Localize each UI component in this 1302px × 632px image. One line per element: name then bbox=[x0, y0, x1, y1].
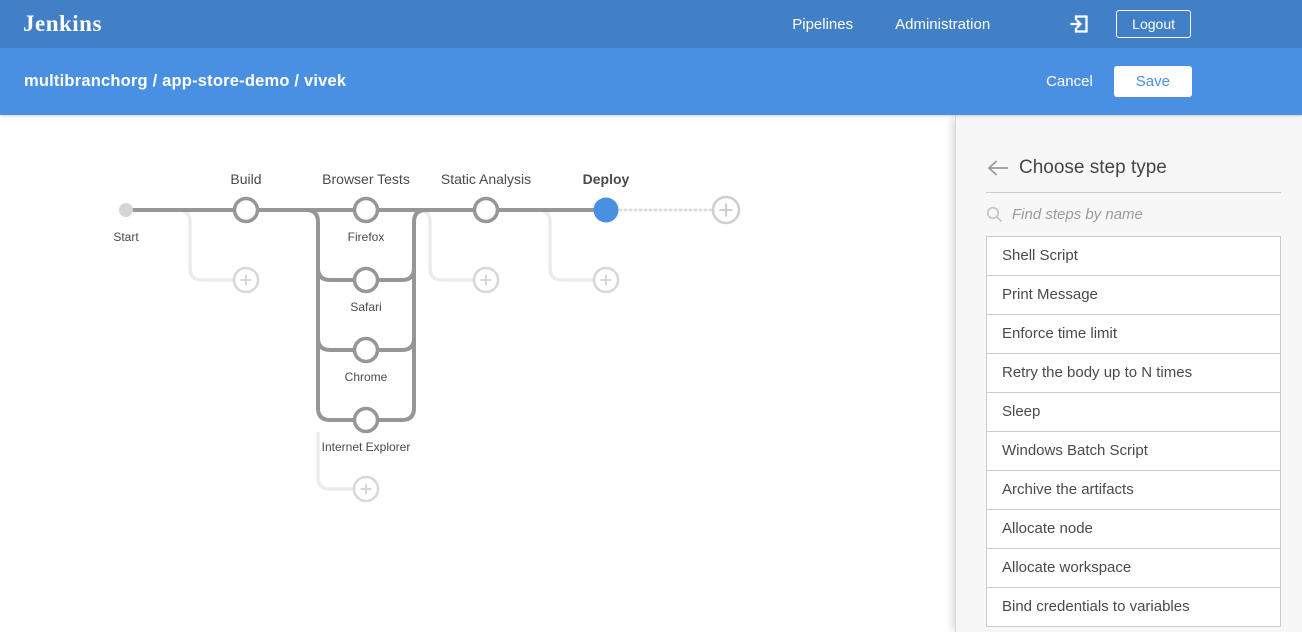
step-list-item[interactable]: Archive the artifacts bbox=[986, 470, 1281, 510]
graph-label: Deploy bbox=[583, 171, 630, 187]
stage-node-build[interactable] bbox=[235, 199, 258, 222]
step-type-panel: Choose step type Shell ScriptPrint Messa… bbox=[955, 115, 1302, 632]
step-list-item[interactable]: Print Message bbox=[986, 275, 1281, 315]
back-arrow-icon[interactable] bbox=[986, 159, 1010, 177]
panel-title: Choose step type bbox=[1019, 157, 1167, 179]
start-node bbox=[119, 203, 133, 217]
step-list-item[interactable]: Bind credentials to variables bbox=[986, 587, 1281, 627]
step-list: Shell ScriptPrint MessageEnforce time li… bbox=[986, 236, 1281, 627]
save-button[interactable]: Save bbox=[1114, 66, 1192, 97]
logout-button[interactable]: Logout bbox=[1116, 10, 1191, 38]
breadcrumb: multibranchorg / app-store-demo / vivek bbox=[24, 72, 346, 91]
editor-canvas: Start Build Browser Tests Firefox Safari Chro… bbox=[0, 115, 1302, 632]
step-list-item[interactable]: Allocate workspace bbox=[986, 548, 1281, 588]
nav-administration[interactable]: Administration bbox=[895, 16, 990, 33]
branch-node-chrome[interactable] bbox=[355, 339, 378, 362]
step-search-input[interactable] bbox=[1012, 206, 1281, 223]
step-list-item[interactable]: Allocate node bbox=[986, 509, 1281, 549]
nav-pipelines[interactable]: Pipelines bbox=[792, 16, 853, 33]
cancel-button[interactable]: Cancel bbox=[1046, 73, 1093, 90]
graph-label: Internet Explorer bbox=[322, 440, 411, 454]
sign-out-icon[interactable] bbox=[1068, 13, 1090, 35]
search-icon bbox=[986, 206, 1003, 223]
graph-label: Static Analysis bbox=[441, 171, 531, 187]
graph-label: Firefox bbox=[348, 230, 385, 244]
stage-node-deploy[interactable] bbox=[594, 198, 619, 223]
step-list-item[interactable]: Enforce time limit bbox=[986, 314, 1281, 354]
branch-node-internet-explorer[interactable] bbox=[355, 409, 378, 432]
panel-header: Choose step type bbox=[986, 157, 1281, 193]
top-nav-links: Pipelines Administration Logout bbox=[792, 10, 1191, 38]
graph-label: Build bbox=[230, 171, 261, 187]
step-list-item[interactable]: Sleep bbox=[986, 392, 1281, 432]
top-navbar: Jenkins Pipelines Administration Logout bbox=[0, 0, 1302, 48]
branch-node-safari[interactable] bbox=[355, 269, 378, 292]
editor-actions: Cancel Save bbox=[1046, 66, 1192, 97]
stage-node-browser-tests[interactable] bbox=[355, 199, 378, 222]
step-list-item[interactable]: Retry the body up to N times bbox=[986, 353, 1281, 393]
stage-node-static-analysis[interactable] bbox=[475, 199, 498, 222]
step-search bbox=[986, 193, 1281, 236]
graph-label: Chrome bbox=[345, 370, 388, 384]
graph-label: Browser Tests bbox=[322, 171, 410, 187]
step-list-item[interactable]: Shell Script bbox=[986, 236, 1281, 276]
graph-label: Start bbox=[113, 230, 139, 244]
step-list-item[interactable]: Windows Batch Script bbox=[986, 431, 1281, 471]
pipeline-graph[interactable]: Start Build Browser Tests Firefox Safari Chro… bbox=[0, 115, 955, 632]
graph-label: Safari bbox=[350, 300, 381, 314]
editor-header-bar: multibranchorg / app-store-demo / vivek … bbox=[0, 48, 1302, 115]
jenkins-logo[interactable]: Jenkins bbox=[23, 11, 102, 37]
